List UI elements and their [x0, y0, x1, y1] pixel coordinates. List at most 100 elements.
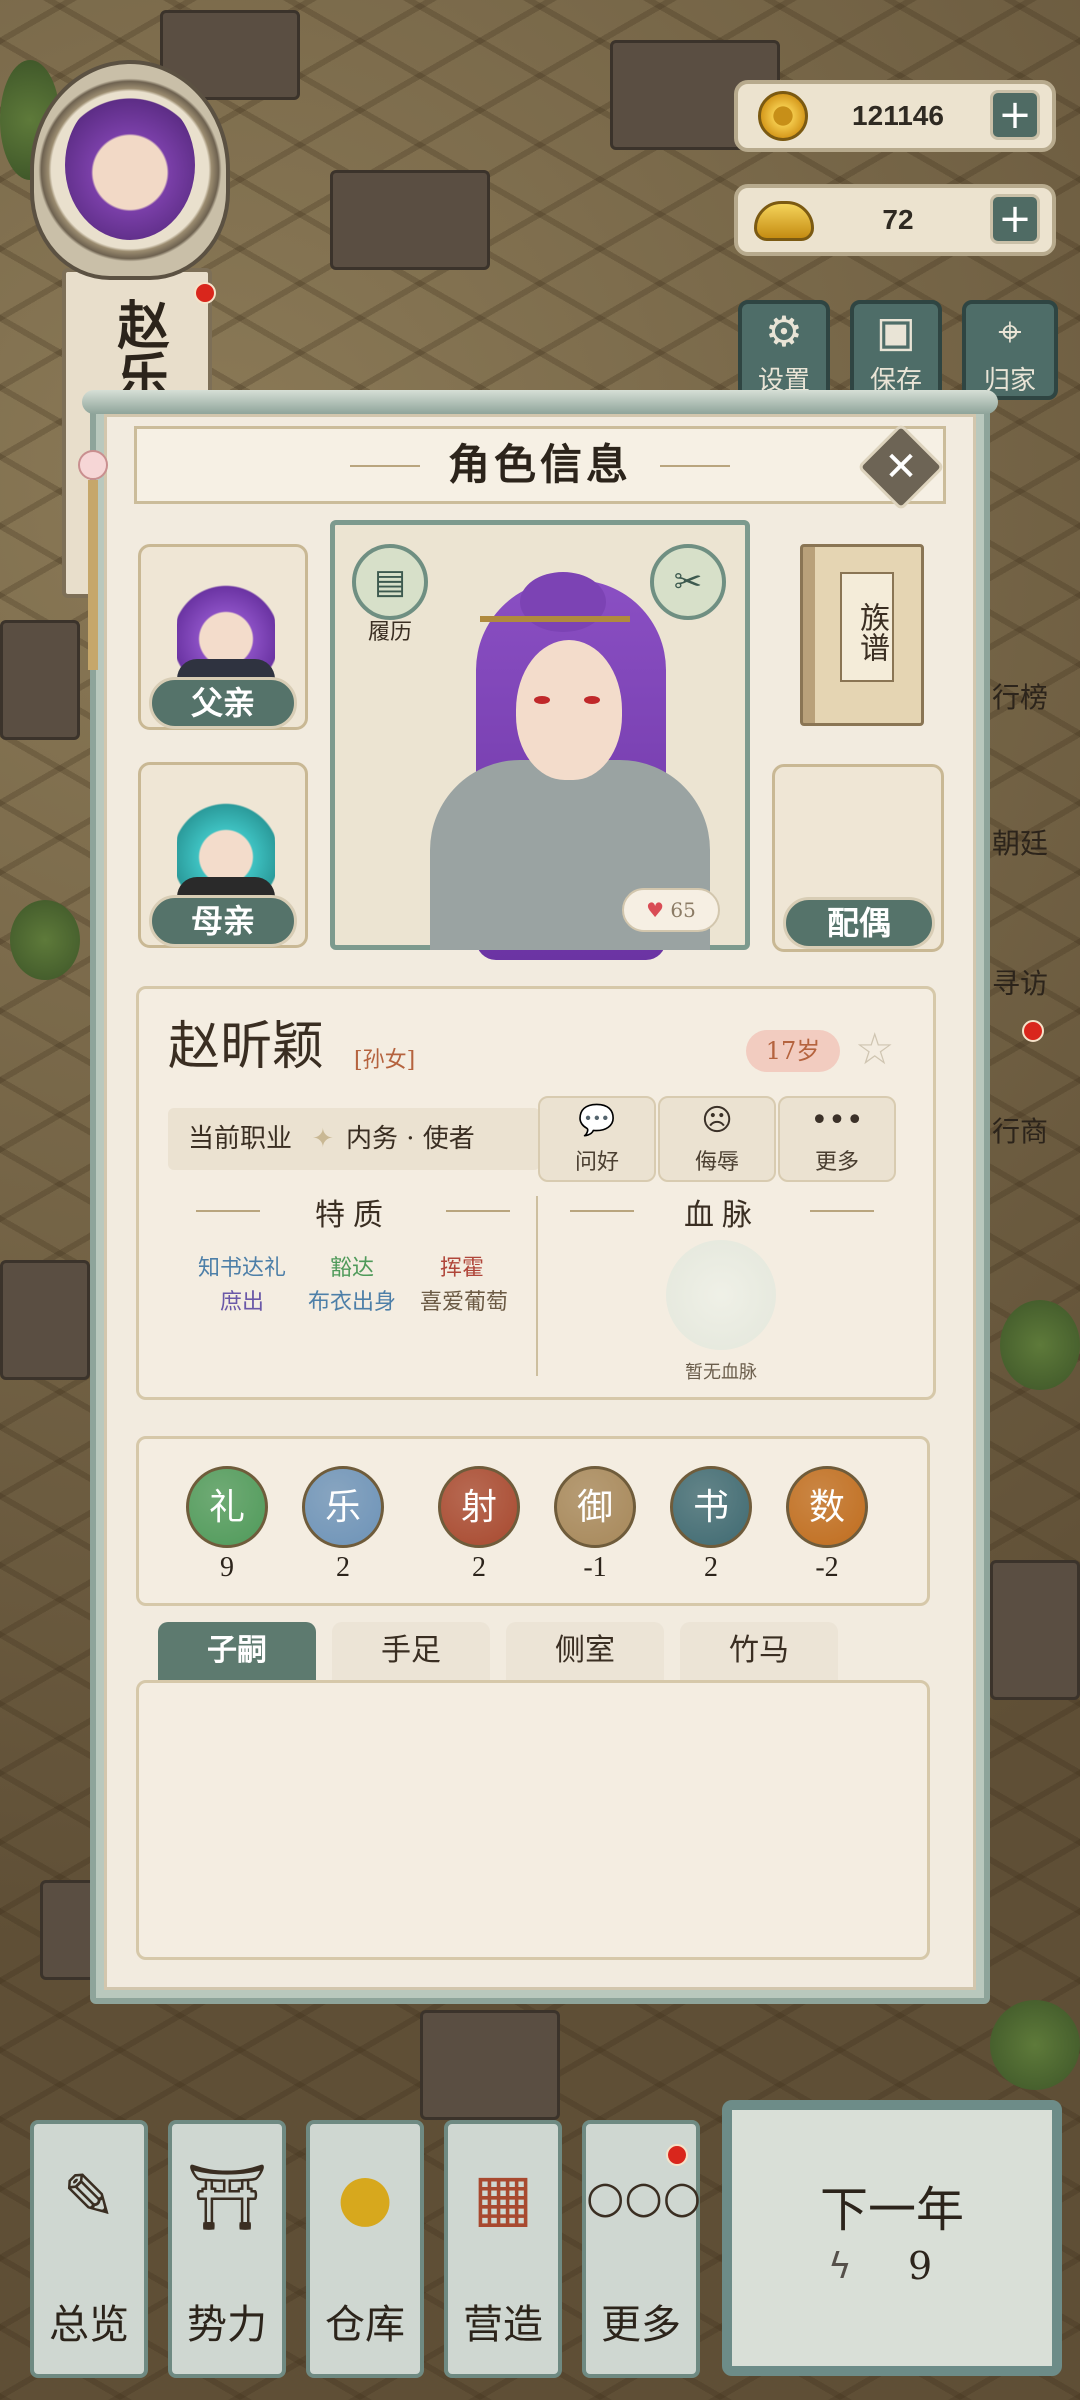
greet-button[interactable]: 💬 问好	[538, 1096, 656, 1182]
floppy-disk-icon: ▣	[876, 307, 916, 356]
palace-icon: ⛩	[186, 2161, 268, 2235]
age-badge: 17岁	[746, 1030, 840, 1072]
copper-currency-bar: 121146 +	[734, 80, 1056, 152]
tab-children[interactable]: 子嗣	[158, 1622, 316, 1680]
resume-label: 履历	[367, 620, 412, 645]
father-card[interactable]: 父亲	[138, 544, 308, 730]
angry-face-icon: ☹	[701, 1103, 733, 1138]
power-button[interactable]: ⛩ 势力	[168, 2120, 286, 2378]
court-menu-item[interactable]: 朝廷	[992, 822, 1048, 862]
insult-button[interactable]: ☹ 侮辱	[658, 1096, 776, 1182]
trait-item[interactable]: 知书达礼	[184, 1250, 300, 1282]
build-label: 营造	[463, 2302, 543, 2348]
add-copper-button[interactable]: +	[990, 90, 1040, 140]
occupation-label: 当前职业	[188, 1124, 293, 1154]
tab-content-panel	[136, 1680, 930, 1960]
gold-currency-bar: 72 +	[734, 184, 1056, 256]
edit-appearance-button[interactable]: ✂	[650, 544, 726, 620]
money-bag-icon: ●	[337, 2161, 393, 2235]
stat-icon: 数	[786, 1466, 868, 1548]
spouse-card[interactable]: 配偶	[772, 764, 944, 952]
trait-item[interactable]: 挥霍	[404, 1250, 520, 1282]
mother-label: 母亲	[149, 895, 297, 947]
favorite-star-icon[interactable]: ☆	[855, 1024, 894, 1075]
warehouse-button[interactable]: ● 仓库	[306, 2120, 424, 2378]
close-icon[interactable]: ✕	[870, 436, 932, 498]
stat-icon: 乐	[302, 1466, 384, 1548]
resume-button[interactable]: ▤	[352, 544, 428, 620]
flower-ornament-icon	[78, 450, 108, 480]
notification-dot	[1022, 1020, 1044, 1042]
home-button[interactable]: ⌖ 归家	[962, 300, 1058, 400]
bloodline-title: 血脉	[684, 1198, 760, 1233]
favor-value: 65	[670, 898, 696, 922]
character-name: 赵昕颖	[168, 1017, 325, 1077]
notification-dot	[194, 282, 216, 304]
trait-item[interactable]: 布衣出身	[296, 1284, 408, 1316]
ranking-menu-item[interactable]: 行榜	[992, 676, 1048, 716]
modal-title: 角色信息	[447, 440, 632, 489]
energy-count: 9	[908, 2244, 933, 2288]
warehouse-label: 仓库	[325, 2302, 405, 2348]
more-label: 更多	[601, 2302, 681, 2348]
no-bloodline-text: 暂无血脉	[685, 1362, 757, 1383]
spouse-label: 配偶	[783, 897, 935, 949]
heart-icon: ♥	[646, 898, 665, 922]
power-label: 势力	[187, 2302, 267, 2348]
tab-concubines[interactable]: 侧室	[506, 1622, 664, 1680]
stat-icon: 射	[438, 1466, 520, 1548]
trait-item[interactable]: 喜爱葡萄	[408, 1284, 520, 1316]
ellipsis-icon: •••	[810, 1103, 864, 1138]
more-actions-button[interactable]: ••• 更多	[778, 1096, 896, 1182]
eye-right	[584, 696, 600, 704]
visit-menu-item[interactable]: 寻访	[992, 962, 1048, 1002]
add-gold-button[interactable]: +	[990, 194, 1040, 244]
favor-badge: ♥ 65	[622, 888, 720, 932]
scissors-comb-icon: ✂	[673, 562, 703, 602]
stat-value: 2	[336, 1552, 350, 1583]
divider-icon: ✦	[312, 1124, 334, 1154]
bricks-trowel-icon: ▦	[472, 2161, 534, 2235]
stat-value: 2	[704, 1552, 718, 1583]
speech-bubble-icon: 💬	[578, 1103, 616, 1138]
scroll-icon: ▤	[373, 562, 407, 602]
tab-siblings[interactable]: 手足	[332, 1622, 490, 1680]
ornament-line	[570, 1210, 634, 1212]
notification-dot	[666, 2144, 688, 2166]
build-button[interactable]: ▦ 营造	[444, 2120, 562, 2378]
mother-card[interactable]: 母亲	[138, 762, 308, 948]
traits-title: 特质	[315, 1198, 391, 1233]
occupation-value: 内务 · 使者	[346, 1124, 475, 1154]
gold-amount: 72	[882, 204, 914, 235]
overview-label: 总览	[49, 2302, 129, 2348]
trade-menu-item[interactable]: 行商	[992, 1110, 1048, 1150]
gear-icon: ⚙	[765, 307, 803, 356]
next-year-button[interactable]: 下一年 ϟ 9	[722, 2100, 1062, 2376]
stat-value: -2	[815, 1552, 839, 1583]
relation-tag: [孙女]	[354, 1048, 416, 1073]
stat-icon: 礼	[186, 1466, 268, 1548]
save-button[interactable]: ▣ 保存	[850, 300, 942, 400]
copper-amount: 121146	[852, 100, 944, 131]
hair-bun	[520, 572, 606, 632]
lightning-icon: ϟ	[828, 2246, 852, 2287]
trait-item[interactable]: 庶出	[184, 1284, 300, 1316]
occupation-bar: 当前职业 ✦ 内务 · 使者	[168, 1108, 540, 1170]
scroll-brush-icon: ✎	[62, 2161, 116, 2235]
tassel-ornament	[88, 480, 98, 670]
stat-value: -1	[583, 1552, 607, 1583]
avatar-portrait	[65, 90, 195, 240]
tab-childhood-friends[interactable]: 竹马	[680, 1622, 838, 1680]
panel-divider	[536, 1196, 538, 1376]
trait-item[interactable]: 豁达	[300, 1250, 404, 1282]
next-year-label: 下一年	[819, 2182, 964, 2238]
settings-button[interactable]: ⚙ 设置	[738, 300, 830, 400]
stat-value: 9	[220, 1552, 234, 1583]
greet-label: 问好	[574, 1150, 619, 1175]
ornament-line	[810, 1210, 874, 1212]
phoenix-emblem-icon	[666, 1240, 776, 1350]
overview-button[interactable]: ✎ 总览	[30, 2120, 148, 2378]
stat-icon: 御	[554, 1466, 636, 1548]
map-pin-icon: ⌖	[998, 307, 1022, 356]
character-face	[516, 640, 622, 780]
